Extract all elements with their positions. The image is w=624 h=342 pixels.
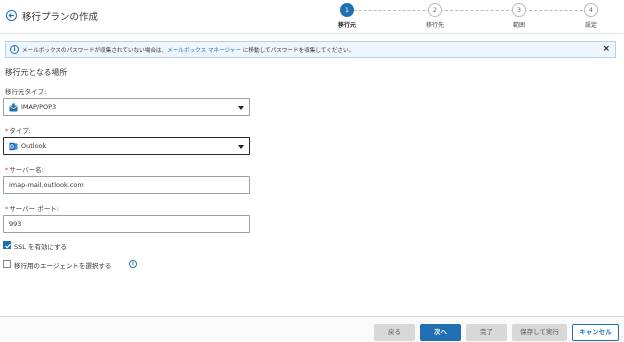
ssl-checkbox[interactable]: [3, 241, 11, 249]
server-port-input[interactable]: 993: [3, 215, 250, 233]
step-label: 範囲: [512, 22, 525, 29]
step-scope: 3 範囲: [499, 3, 539, 29]
finish-button[interactable]: 完了: [466, 324, 507, 341]
mailbox-manager-link[interactable]: メールボックス マネージャー: [167, 48, 241, 54]
banner-message: メールボックスのパスワードが収集されていない場合は、メールボックス マネージャー…: [22, 46, 354, 54]
step-settings: 4 設定: [571, 3, 611, 29]
server-name-value: imap-mail.outlook.com: [9, 181, 84, 189]
server-port-value: 993: [9, 220, 22, 228]
step-number: 3: [512, 3, 526, 17]
server-name-input[interactable]: imap-mail.outlook.com: [3, 176, 250, 194]
step-destination: 2 移行先: [415, 3, 455, 29]
save-and-run-button[interactable]: 保存して実行: [512, 324, 567, 341]
help-info-icon[interactable]: i: [129, 260, 137, 268]
server-port-label: *サーバー ポート:: [5, 203, 59, 213]
required-mark: *: [5, 205, 9, 213]
back-arrow-icon[interactable]: [6, 10, 17, 21]
page-title: 移行プランの作成: [22, 12, 99, 23]
agent-label: 移行用のエージェントを選択する: [14, 262, 112, 270]
banner-text-before: メールボックスのパスワードが収集されていない場合は、: [22, 48, 168, 54]
source-type-value: IMAP/POP3: [21, 103, 57, 111]
step-label: 移行先: [425, 22, 444, 29]
close-icon[interactable]: ×: [602, 44, 610, 54]
outlook-icon: [9, 142, 18, 151]
banner-text-after: に移動してパスワードを収集してください。: [241, 48, 355, 54]
type-label-text: タイプ:: [9, 127, 31, 135]
section-title: 移行元となる場所: [5, 68, 68, 77]
header: 移行プランの作成 1 移行元 2 移行先 3 範囲 4 設定: [0, 0, 624, 34]
agent-option: 移行用のエージェントを選択する i: [3, 260, 163, 270]
source-type-label: 移行元タイプ:: [5, 88, 47, 96]
step-number: 1: [340, 3, 354, 17]
mail-server-icon: [9, 103, 18, 112]
footer-bar: 戻る 次へ 完了 保存して実行 キャンセル: [0, 316, 624, 342]
next-button[interactable]: 次へ: [420, 324, 461, 341]
cancel-button[interactable]: キャンセル: [572, 324, 619, 341]
info-banner: i メールボックスのパスワードが収集されていない場合は、メールボックス マネージ…: [5, 41, 616, 58]
chevron-down-icon: [238, 106, 244, 110]
step-number: 2: [428, 3, 442, 17]
step-source: 1 移行元: [327, 3, 367, 29]
type-select[interactable]: Outlook: [3, 137, 250, 155]
server-name-label: *サーバー名:: [5, 164, 44, 174]
checkmark-icon: [5, 243, 11, 249]
type-label: *タイプ:: [5, 125, 31, 135]
info-icon: i: [10, 45, 19, 54]
server-name-label-text: サーバー名:: [9, 166, 44, 174]
chevron-down-icon: [238, 145, 244, 149]
type-value: Outlook: [21, 142, 47, 150]
step-number: 4: [584, 3, 598, 17]
server-port-label-text: サーバー ポート:: [9, 205, 59, 213]
required-mark: *: [5, 127, 9, 135]
step-label: 設定: [584, 22, 597, 29]
wizard-stepper: 1 移行元 2 移行先 3 範囲 4 設定: [335, 3, 605, 31]
required-mark: *: [5, 166, 9, 174]
ssl-option: SSL を有効にする: [3, 241, 123, 251]
back-button[interactable]: 戻る: [374, 324, 415, 341]
agent-checkbox[interactable]: [3, 260, 11, 268]
step-label: 移行元: [337, 22, 356, 29]
source-type-select[interactable]: IMAP/POP3: [3, 98, 250, 116]
ssl-label: SSL を有効にする: [14, 243, 68, 251]
